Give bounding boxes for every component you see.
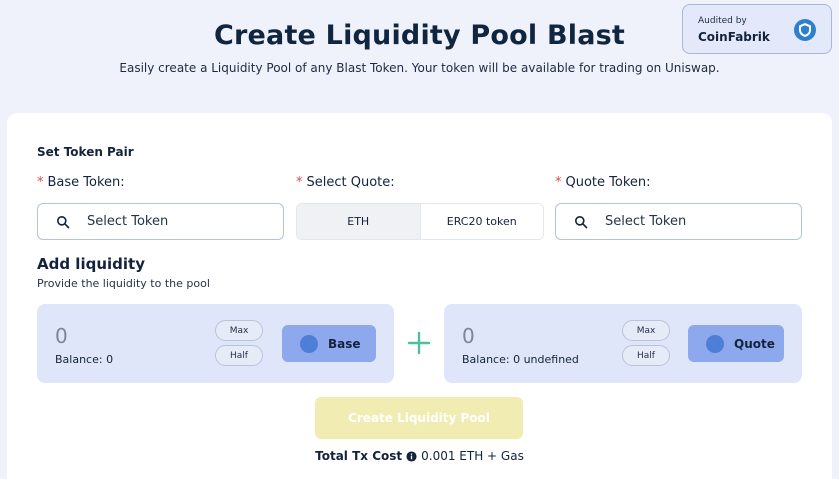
base-token-button[interactable]: Base (282, 325, 376, 362)
base-liquidity-panel: 0 Balance: 0 Max Half Base (37, 304, 394, 383)
quote-half-button[interactable]: Half (622, 345, 670, 366)
quote-max-button[interactable]: Max (622, 320, 670, 341)
total-tx-cost-value: 0.001 ETH + Gas (421, 449, 524, 463)
total-tx-cost-label: Total Tx Cost (315, 449, 403, 463)
quote-token-button-label: Quote (734, 336, 775, 351)
plus-icon (407, 331, 431, 355)
info-icon[interactable] (406, 450, 417, 462)
base-token-label: * Base Token: (37, 175, 125, 190)
required-mark: * (555, 175, 562, 190)
token-dot-icon (300, 334, 318, 353)
base-balance: Balance: 0 (55, 353, 114, 366)
required-mark: * (296, 175, 303, 190)
base-token-placeholder: Select Token (87, 214, 169, 229)
search-icon (57, 215, 70, 228)
quote-token-placeholder: Select Token (605, 214, 687, 229)
audit-badge[interactable]: Audited by CoinFabrik (682, 4, 832, 54)
page-subtitle: Easily create a Liquidity Pool of any Bl… (119, 61, 720, 75)
base-max-button[interactable]: Max (215, 320, 263, 341)
select-quote-label: * Select Quote: (296, 175, 395, 190)
create-liquidity-pool-button[interactable]: Create Liquidity Pool (315, 397, 523, 439)
add-liquidity-subtitle: Provide the liquidity to the pool (37, 277, 210, 290)
required-mark: * (37, 175, 44, 190)
total-tx-cost: Total Tx Cost 0.001 ETH + Gas (0, 449, 839, 463)
base-amount-input[interactable]: 0 (55, 324, 68, 348)
quote-token-button[interactable]: Quote (688, 325, 784, 362)
quote-amount-input[interactable]: 0 (462, 324, 475, 348)
quote-balance: Balance: 0 undefined (462, 353, 579, 366)
search-icon (575, 215, 588, 228)
base-token-button-label: Base (328, 336, 361, 351)
base-token-select[interactable]: Select Token (37, 203, 284, 240)
base-half-button[interactable]: Half (215, 345, 263, 366)
quote-token-label: * Quote Token: (555, 175, 651, 190)
quote-token-label-text: Quote Token: (565, 175, 651, 190)
set-token-pair-label: Set Token Pair (37, 145, 134, 159)
quote-type-selector[interactable]: ETH ERC20 token (296, 203, 544, 240)
base-token-label-text: Base Token: (47, 175, 125, 190)
shield-icon (794, 19, 816, 41)
quote-liquidity-panel: 0 Balance: 0 undefined Max Half Quote (444, 304, 802, 383)
select-quote-label-text: Select Quote: (306, 175, 395, 190)
audit-label: Audited by (698, 16, 747, 26)
token-dot-icon (706, 334, 724, 353)
quote-option-erc20[interactable]: ERC20 token (419, 204, 543, 239)
quote-token-select[interactable]: Select Token (555, 203, 802, 240)
add-liquidity-title: Add liquidity (37, 255, 145, 273)
quote-option-eth[interactable]: ETH (297, 204, 420, 239)
audit-brand: CoinFabrik (698, 30, 770, 44)
